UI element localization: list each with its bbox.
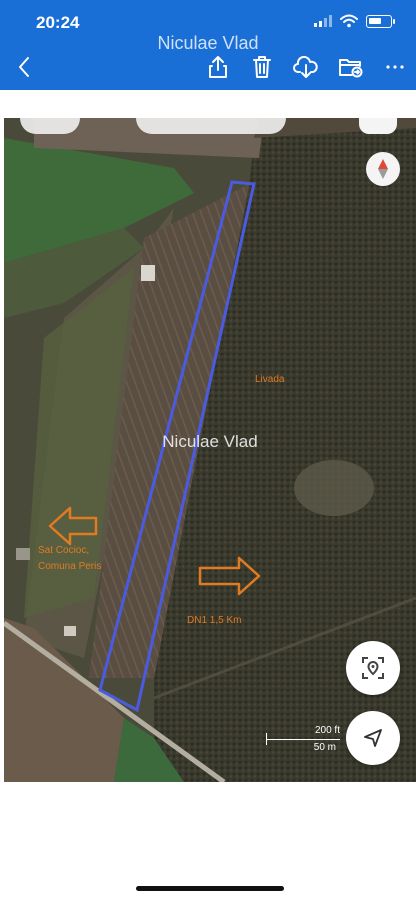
navigate-button[interactable]: [346, 711, 400, 765]
locate-button[interactable]: [346, 641, 400, 695]
share-button[interactable]: [204, 54, 232, 80]
more-button[interactable]: [381, 54, 409, 80]
app-header: 20:24 Niculae Vlad: [0, 0, 416, 90]
page-title: Niculae Vlad: [157, 33, 259, 53]
share-icon: [209, 56, 227, 78]
map-layers-button[interactable]: [359, 118, 397, 134]
more-icon: [386, 65, 404, 69]
chevron-left-icon: [19, 57, 29, 77]
folder-move-icon: [339, 59, 363, 78]
status-icons: [314, 14, 395, 28]
scale-feet: 200 ft: [314, 725, 340, 736]
back-button[interactable]: [10, 54, 38, 80]
map-info-pill[interactable]: [136, 118, 286, 134]
trash-icon: [253, 56, 271, 78]
compass-icon: [378, 159, 388, 179]
map-watermark: Niculae Vlad: [162, 432, 258, 451]
scale-meters: 50 m: [313, 742, 336, 753]
battery-icon: [366, 14, 395, 28]
compass-button[interactable]: [366, 152, 400, 186]
cloud-download-icon: [293, 55, 318, 78]
status-time: 20:24: [36, 13, 80, 32]
wifi-icon: [340, 14, 358, 28]
label-village-line2: Comuna Peris: [38, 561, 102, 572]
signal-icon: [314, 15, 332, 27]
move-to-folder-button[interactable]: [337, 54, 365, 80]
delete-button[interactable]: [248, 54, 276, 80]
label-road: DN1 1,5 Km: [187, 615, 242, 626]
map-scale: 200 ft 50 m: [266, 725, 346, 757]
satellite-map[interactable]: Niculae Vlad Livada Sat Cocioc, Comuna P…: [4, 118, 416, 782]
label-livada: Livada: [255, 374, 285, 385]
label-village-line1: Sat Cocioc,: [38, 545, 90, 556]
home-indicator[interactable]: [136, 886, 284, 891]
download-button[interactable]: [292, 54, 320, 80]
navigation-arrow-icon: [364, 729, 382, 747]
scale-bar: [266, 739, 340, 740]
location-target-icon: [362, 657, 384, 679]
map-search-pill[interactable]: [20, 118, 80, 134]
